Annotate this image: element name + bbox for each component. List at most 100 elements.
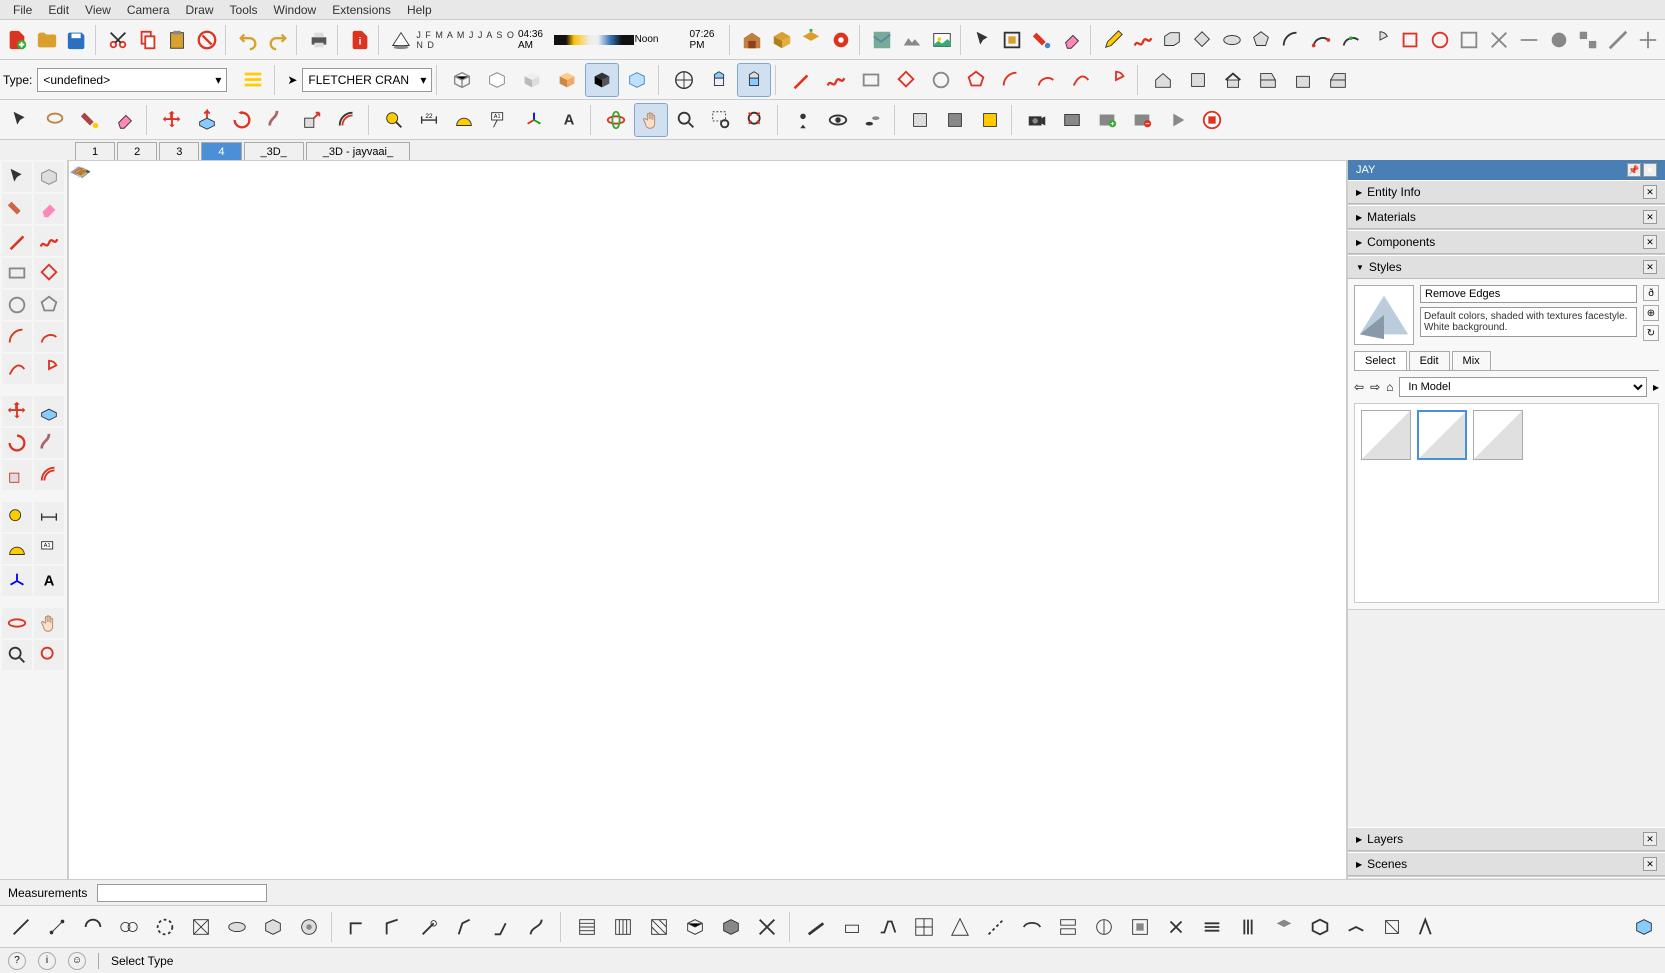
bt-far-right[interactable] [1627,910,1661,944]
panel-pin-button[interactable]: 📌 [1627,163,1641,177]
menu-camera[interactable]: Camera [119,1,178,19]
close-icon[interactable]: ✕ [1643,857,1657,871]
arc-button[interactable] [1277,23,1306,57]
menu-window[interactable]: Window [266,1,325,19]
lt-pan[interactable] [34,608,64,638]
view-top-button[interactable] [702,63,736,97]
arc2-button[interactable] [1307,23,1336,57]
section-display-button[interactable] [938,103,972,137]
lt-3dtext[interactable]: A [34,566,64,596]
pie-button[interactable] [1366,23,1395,57]
followme-button[interactable] [260,103,294,137]
menu-file[interactable]: File [5,1,40,19]
circle2-button[interactable] [924,63,958,97]
print-button[interactable] [305,23,334,57]
styles-tab-edit[interactable]: Edit [1409,351,1450,370]
lt-polygon[interactable] [34,290,64,320]
bt-extra-1[interactable] [799,910,833,944]
axes-button[interactable] [517,103,551,137]
undo-button[interactable] [234,23,263,57]
rotated-rect-button[interactable] [1188,23,1217,57]
bt-extra-10[interactable] [1123,910,1157,944]
style-swatch-1[interactable] [1361,410,1411,460]
lt-freehand[interactable] [34,226,64,256]
nav-home-button[interactable]: ⌂ [1386,380,1393,394]
polygon-button[interactable] [1247,23,1276,57]
lt-tape[interactable] [2,502,32,532]
lt-arc2[interactable] [34,322,64,352]
close-icon[interactable]: ✕ [1643,210,1657,224]
bt-9[interactable] [292,910,326,944]
menu-draw[interactable]: Draw [178,1,222,19]
copy-button[interactable] [133,23,162,57]
status-user-button[interactable]: ☺ [68,952,86,970]
measurements-input[interactable] [97,884,267,902]
scene-tab-1[interactable]: 1 [75,142,115,161]
bt-extra-17[interactable] [1375,910,1409,944]
rectangle-button[interactable] [1158,23,1187,57]
freehand-button[interactable] [1128,23,1157,57]
lt-text[interactable]: A1 [34,534,64,564]
scene-tab-4[interactable]: 4 [201,142,241,161]
rect2-button[interactable] [854,63,888,97]
lt-offset[interactable] [34,460,64,490]
style-collection-select[interactable]: In Model [1399,377,1647,397]
pencil-tool-button[interactable] [784,63,818,97]
select-tool-button[interactable] [968,23,997,57]
menu-help[interactable]: Help [399,1,440,19]
viewport-3d[interactable] [68,160,1347,923]
bt-extra-18[interactable] [1411,910,1445,944]
shadow-settings-button[interactable] [387,23,416,57]
nav-details-button[interactable]: ▸ [1653,380,1659,394]
text-button[interactable]: A1 [482,103,516,137]
open-file-button[interactable] [33,23,62,57]
style-name-input[interactable] [1420,285,1637,303]
house-front-button[interactable] [1216,63,1250,97]
geo-location-button[interactable] [868,23,897,57]
select-button[interactable] [3,103,37,137]
bt-hatch-1[interactable] [570,910,604,944]
photo-textures-button[interactable] [927,23,956,57]
style-wireframe-button[interactable] [445,63,479,97]
panel-layers[interactable]: ▶Layers✕ [1348,827,1665,851]
components-button[interactable] [767,23,796,57]
style-refresh-button[interactable]: ↻ [1643,325,1659,341]
lt-select[interactable] [2,162,32,192]
orbit-button[interactable] [599,103,633,137]
lt-followme[interactable] [34,428,64,458]
bt-extra-12[interactable] [1195,910,1229,944]
bt-extra-3[interactable] [871,910,905,944]
arc3pt-button[interactable] [1064,63,1098,97]
eraser-button[interactable] [1057,23,1086,57]
freehand2-button[interactable] [819,63,853,97]
style-preview-thumb[interactable] [1354,285,1414,345]
pie2-button[interactable] [1099,63,1133,97]
bt-corner-3[interactable] [413,910,447,944]
model-info-button[interactable]: i [346,23,375,57]
walk-button[interactable] [856,103,890,137]
style-swatch-3[interactable] [1473,410,1523,460]
menu-extensions[interactable]: Extensions [324,1,399,19]
dimension-button[interactable]: 22 [412,103,446,137]
pushpull-button[interactable] [190,103,224,137]
lt-axes[interactable] [2,566,32,596]
house-back-button[interactable] [1286,63,1320,97]
make-component-button[interactable] [998,23,1027,57]
extra-tool-6[interactable] [1544,23,1573,57]
position-camera-button[interactable] [786,103,820,137]
lt-pushpull[interactable] [34,396,64,426]
lt-rect[interactable] [2,258,32,288]
house-top-button[interactable] [1181,63,1215,97]
panel-styles[interactable]: ▼Styles✕ [1348,255,1665,279]
circle-button[interactable] [1217,23,1246,57]
bt-extra-6[interactable] [979,910,1013,944]
close-icon[interactable]: ✕ [1643,185,1657,199]
extra-tool-4[interactable] [1485,23,1514,57]
upload-button[interactable] [797,23,826,57]
bt-extra-7[interactable] [1015,910,1049,944]
extra-tool-3[interactable] [1455,23,1484,57]
panel-scenes[interactable]: ▶Scenes✕ [1348,852,1665,876]
status-info-button[interactable]: ? [8,952,26,970]
style-monochrome-button[interactable] [585,63,619,97]
arc3-button[interactable] [1336,23,1365,57]
